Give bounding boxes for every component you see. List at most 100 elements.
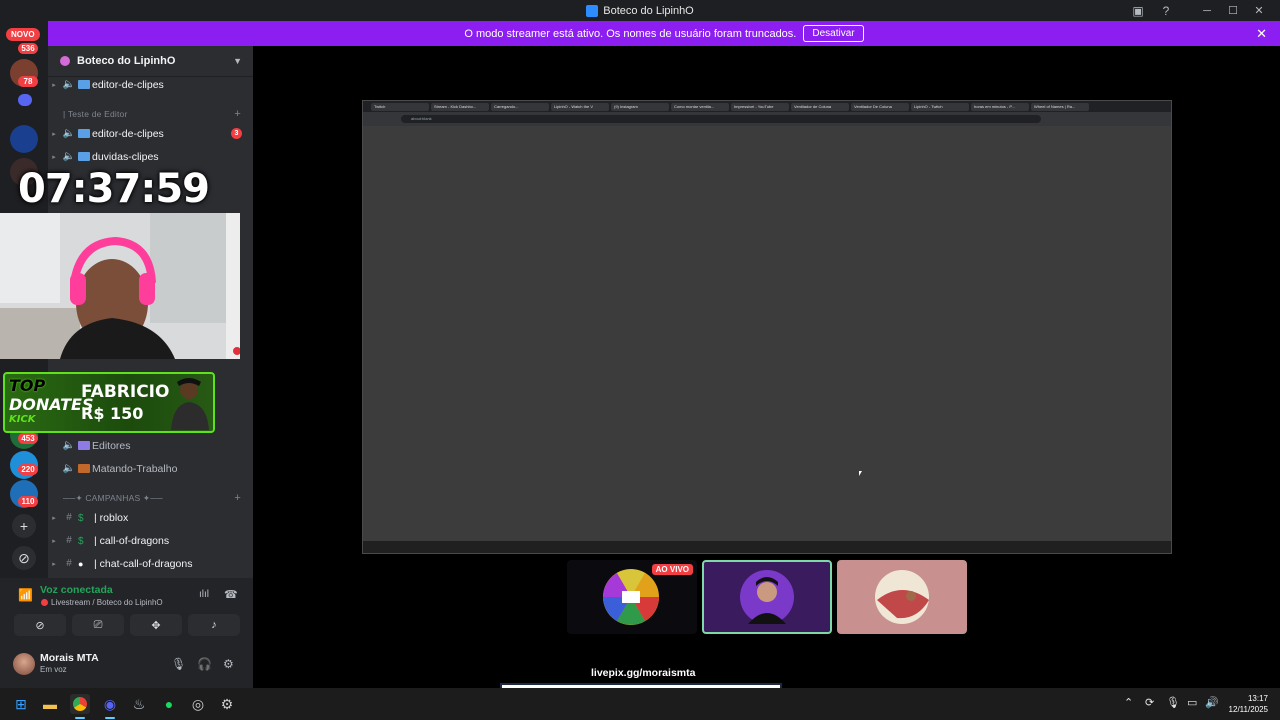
speaker-icon: 🔈 <box>62 128 76 139</box>
channel-item[interactable]: ▸ 🔈 duvidas-clipes <box>48 147 253 166</box>
browser-tab: LipinhO - Twitch <box>911 102 969 111</box>
banner-message: O modo streamer está ativo. Os nomes de … <box>464 27 797 40</box>
steam-icon[interactable]: ♨ <box>129 694 149 714</box>
folder-icon[interactable] <box>18 94 32 106</box>
disconnect-icon[interactable]: ☎ <box>224 588 238 601</box>
discover-icon[interactable]: ⊘ <box>12 546 36 570</box>
spotify-icon[interactable]: ● <box>159 694 179 714</box>
browser-address-bar: about:blank <box>363 112 1171 126</box>
start-icon[interactable]: ⊞ <box>11 694 31 714</box>
participant-tile[interactable] <box>837 560 967 634</box>
speaker-icon: 🔈 <box>62 151 76 162</box>
streamer-mode-banner: O modo streamer está ativo. Os nomes de … <box>48 21 1280 46</box>
laptop-icon <box>78 152 90 161</box>
active-app-indicator <box>105 717 115 719</box>
sync-icon[interactable]: ⟳ <box>1145 696 1154 709</box>
display-icon[interactable]: ▭ <box>1187 696 1197 709</box>
hash-icon: # <box>66 558 72 569</box>
add-channel-icon[interactable]: + <box>234 108 241 120</box>
hash-icon: # <box>66 535 72 546</box>
channel-label: | chat-call-of-dragons <box>94 557 193 570</box>
voice-status-title[interactable]: Voz conectada <box>40 584 113 596</box>
category-header[interactable]: ──✦ CAMPANHAS ✦── + <box>48 490 253 506</box>
soundboard-button[interactable]: ♪ <box>188 614 240 636</box>
noise-suppression-icon[interactable]: ılıl <box>199 589 209 600</box>
camera-off-button[interactable]: ⊘ <box>14 614 66 636</box>
add-server-icon[interactable]: + <box>12 514 36 538</box>
speaker-icon: 🔈 <box>62 79 76 90</box>
browser-tab: Twitch <box>371 102 429 111</box>
people-icon <box>78 441 90 450</box>
server-icon[interactable] <box>10 125 38 153</box>
channel-item[interactable]: ▸ # $ | roblox <box>48 508 253 527</box>
settings-icon[interactable]: ⚙ <box>217 694 237 714</box>
speaker-icon: 🔈 <box>62 463 76 474</box>
browser-tab: Impressivel - YouTube <box>731 102 789 111</box>
microphone-icon[interactable]: 🎙 <box>1166 696 1180 709</box>
help-icon[interactable]: ? <box>1152 0 1180 21</box>
channel-item[interactable]: ▸ 🔈 editor-de-clipes 3 <box>48 124 253 143</box>
gear-icon[interactable]: ⚙ <box>223 657 234 671</box>
signal-icon[interactable]: 📶 <box>18 588 33 602</box>
app-logo-icon <box>586 4 599 17</box>
channel-label: editor-de-clipes <box>92 78 164 91</box>
screen-share-button[interactable]: ⎚ <box>72 614 124 636</box>
channel-item[interactable]: ▸ # $ | call-of-dragons <box>48 531 253 550</box>
username[interactable]: Morais MTA <box>40 652 99 664</box>
expand-arrow-icon: ▸ <box>52 537 56 545</box>
obs-icon[interactable]: ◎ <box>188 694 208 714</box>
activities-button[interactable]: ✥ <box>130 614 182 636</box>
browser-tab: Como montar ventila... <box>671 102 729 111</box>
live-badge: AO VIVO <box>651 564 693 575</box>
browser-tab: Wheel of Names | Ra... <box>1031 102 1089 111</box>
voice-channel-subtitle[interactable]: Livestream / Boteco do LipinhO <box>41 598 163 607</box>
mouse-cursor-icon <box>859 471 862 476</box>
discord-icon[interactable]: ◉ <box>100 694 120 714</box>
disable-streamer-mode-button[interactable]: Desativar <box>803 25 864 42</box>
microphone-icon[interactable]: 🎙 <box>171 657 186 671</box>
taskbar-clock[interactable]: 13:17 12/11/2025 <box>1229 693 1268 715</box>
chevron-up-icon[interactable]: ⌃ <box>1124 696 1133 709</box>
channel-item[interactable]: 🔈 Matando-Trabalho <box>48 459 253 478</box>
mention-count: 78 <box>18 76 38 87</box>
close-window-button[interactable]: ✕ <box>1246 0 1272 21</box>
mention-count: 536 <box>18 43 38 54</box>
participant-tile[interactable] <box>702 560 832 634</box>
donation-value: R$ 150 <box>81 404 144 423</box>
minimize-button[interactable]: ─ <box>1194 0 1220 21</box>
file-explorer-icon[interactable]: ▬ <box>40 694 60 714</box>
shared-screen[interactable]: Twitch Stream - Kick Dashbo... Carregando.… <box>362 100 1172 554</box>
user-panel: Morais MTA Em voz 🎙 🎧 ⚙ <box>0 642 253 688</box>
participant-tile[interactable]: AO VIVO <box>567 560 697 634</box>
chevron-down-icon[interactable]: ▼ <box>233 56 242 66</box>
title-bar: Boteco do LipinhO ▣ ? ─ ☐ ✕ <box>0 0 1280 21</box>
category-header[interactable]: | Teste de Editor + <box>48 106 253 122</box>
browser-tab: Carregando... <box>491 102 549 111</box>
channel-item[interactable]: ▸ # ● | chat-call-of-dragons <box>48 554 253 573</box>
shared-taskbar <box>363 541 1171 553</box>
channel-item[interactable]: ▸ 🔈 editor-de-clipes <box>48 75 253 94</box>
app-title: Boteco do LipinhO <box>586 4 694 17</box>
mention-count: 220 <box>18 464 38 475</box>
headphones-icon[interactable]: 🎧 <box>197 657 212 671</box>
category-label: | Teste de Editor <box>63 109 128 119</box>
window-title: Boteco do LipinhO <box>603 4 694 17</box>
mention-count: 453 <box>18 433 38 444</box>
avatar[interactable] <box>13 653 35 675</box>
maximize-button[interactable]: ☐ <box>1220 0 1246 21</box>
category-label: ──✦ CAMPANHAS ✦── <box>63 492 163 503</box>
inbox-icon[interactable]: ▣ <box>1124 0 1152 21</box>
close-icon[interactable]: ✕ <box>1256 26 1267 42</box>
browser-tab: horas em minutos - P... <box>971 102 1029 111</box>
add-channel-icon[interactable]: + <box>234 492 241 504</box>
participant-avatar-image <box>740 570 794 624</box>
dollar-icon: $ <box>78 513 84 524</box>
briefcase-icon <box>78 464 90 473</box>
chrome-icon[interactable] <box>70 694 90 714</box>
browser-tab-strip: Twitch Stream - Kick Dashbo... Carregando.… <box>363 101 1171 112</box>
active-app-indicator <box>75 717 85 719</box>
volume-icon[interactable]: 🔊 <box>1205 696 1219 709</box>
new-badge: NOVO <box>6 28 40 41</box>
server-header[interactable]: Boteco do LipinhO ▼ <box>48 46 253 77</box>
channel-item[interactable]: 🔈 Editores <box>48 436 253 455</box>
